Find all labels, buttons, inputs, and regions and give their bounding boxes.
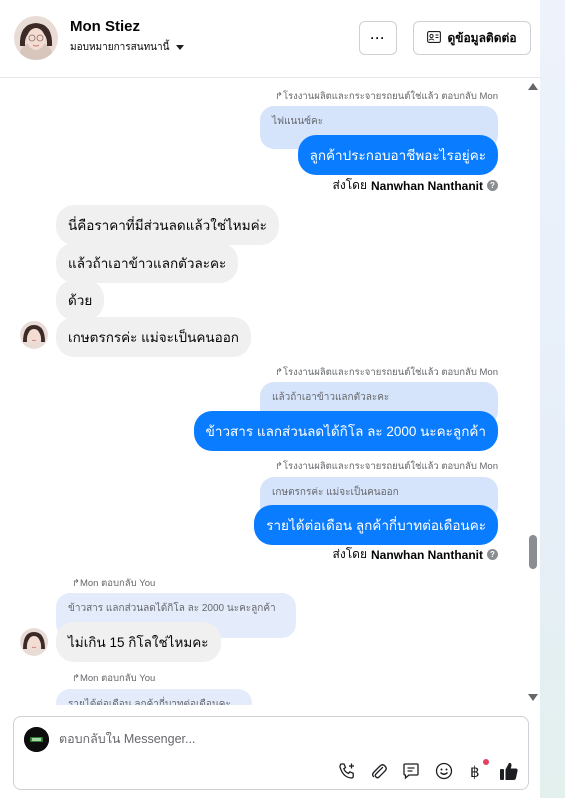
contact-avatar-small [20,321,48,349]
notification-dot [483,759,489,765]
conversation-header: Mon Stiez มอบหมายการสนทนานี้ ··· ดูข้อมู… [0,0,540,78]
contact-name[interactable]: Mon Stiez [70,18,140,35]
reply-arrow-icon: ↱ [274,91,283,102]
contact-avatar[interactable] [14,16,58,60]
contact-card-icon [427,30,442,46]
scroll-up-arrow-icon[interactable] [528,83,538,90]
scroll-down-arrow-icon[interactable] [528,694,538,701]
reply-meta: ↱โรงงานผลิตและกระจายรถยนต์ใช่แล้ว ตอบกลั… [274,367,498,378]
more-options-button[interactable]: ··· [359,21,397,55]
outgoing-message[interactable]: รายได้ต่อเดือน ลูกค้ากี่บาทต่อเดือนคะ [254,505,498,545]
quoted-message[interactable]: รายได้ต่อเดือน ลูกค้ากี่บาทต่อเดือนคะ [56,689,252,705]
outgoing-message[interactable]: ข้าวสาร แลกส่วนลดได้กิโล ละ 2000 นะคะลูก… [193,411,498,451]
page-avatar [24,727,49,752]
baht-icon[interactable]: ฿ [465,759,489,782]
incoming-message[interactable]: ไม่เกิน 15 กิโลใช่ไหมคะ [56,622,221,662]
sent-by-label: ส่งโดย Nanwhan Nanthanit ? [333,545,498,564]
caret-down-icon [176,45,185,50]
assign-label: มอบหมายการสนทนานี้ [70,42,170,53]
reply-meta: ↱Mon ตอบกลับ You [72,578,156,589]
incoming-message[interactable]: ด้วย [56,280,105,320]
outgoing-message[interactable]: ลูกค้าประกอบอาชีพอะไรอยู่คะ [297,135,498,175]
reply-meta: ↱โรงงานผลิตและกระจายรถยนต์ใช่แล้ว ตอบกลั… [274,91,498,102]
view-contact-button[interactable]: ดูข้อมูลติดต่อ [413,21,531,55]
message-composer: ฿ [13,716,529,790]
attach-icon[interactable] [368,760,390,782]
reply-meta: ↱Mon ตอบกลับ You [72,673,156,684]
scrollbar-thumb[interactable] [529,535,537,569]
conversation-panel: Mon Stiez มอบหมายการสนทนานี้ ··· ดูข้อมู… [0,0,540,798]
reply-input[interactable] [59,732,459,746]
message-list[interactable]: ↱โรงงานผลิตและกระจายรถยนต์ใช่แล้ว ตอบกลั… [0,79,524,705]
incoming-message[interactable]: นี่คือราคาที่มีส่วนลดแล้วใช่ไหมค่ะ [56,205,279,245]
reply-arrow-icon: ↱ [274,367,283,378]
saved-reply-icon[interactable] [400,760,422,782]
reply-meta: ↱โรงงานผลิตและกระจายรถยนต์ใช่แล้ว ตอบกลั… [274,461,498,472]
svg-text:฿: ฿ [470,763,480,781]
incoming-message[interactable]: เกษตรกรค่ะ แม่จะเป็นคนออก [56,317,251,357]
side-background [540,0,565,798]
reply-arrow-icon: ↱ [72,578,80,589]
assign-conversation-dropdown[interactable]: มอบหมายการสนทนานี้ [70,40,185,55]
reply-arrow-icon: ↱ [274,461,283,472]
contact-avatar-small [20,628,48,656]
incoming-message[interactable]: แล้วถ้าเอาข้าวแลกตัวละคะ [56,243,239,283]
help-icon[interactable]: ? [487,549,498,560]
call-icon[interactable] [336,760,358,782]
emoji-icon[interactable] [433,760,455,782]
reply-arrow-icon: ↱ [72,673,80,684]
help-icon[interactable]: ? [487,180,498,191]
view-contact-label: ดูข้อมูลติดต่อ [447,30,517,45]
sent-by-label: ส่งโดย Nanwhan Nanthanit ? [333,176,498,195]
like-icon[interactable] [498,760,520,782]
more-icon: ··· [370,31,386,45]
